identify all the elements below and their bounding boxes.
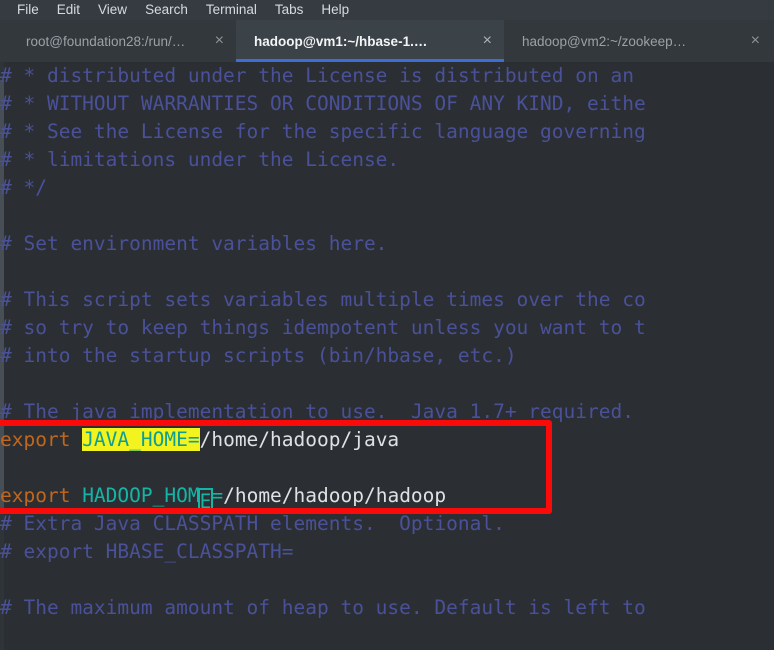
menu-item-edit[interactable]: Edit <box>48 0 89 20</box>
terminal-text: # The java implementation to use. Java 1… <box>0 400 634 423</box>
terminal-text: # * WITHOUT WARRANTIES OR CONDITIONS OF … <box>0 92 646 115</box>
terminal-text: /home/hadoop/java <box>199 428 400 451</box>
terminal-line: # * WITHOUT WARRANTIES OR CONDITIONS OF … <box>0 90 774 118</box>
menu-item-tabs[interactable]: Tabs <box>266 0 313 20</box>
terminal-line: # Extra Java CLASSPATH elements. Optiona… <box>0 510 774 538</box>
menu-item-terminal[interactable]: Terminal <box>197 0 266 20</box>
terminal-lines: # * distributed under the License is dis… <box>0 62 774 622</box>
terminal-text: # so try to keep things idempotent unles… <box>0 316 646 339</box>
terminal-line: # The java implementation to use. Java 1… <box>0 398 774 426</box>
tab-close-icon[interactable]: × <box>215 33 224 49</box>
tab-label: hadoop@vm1:~/hbase-1.… <box>254 33 428 49</box>
terminal-line: # This script sets variables multiple ti… <box>0 286 774 314</box>
terminal-line: # */ <box>0 174 774 202</box>
terminal-text: # The maximum amount of heap to use. Def… <box>0 596 646 619</box>
terminal-text: # Extra Java CLASSPATH elements. Optiona… <box>0 512 505 535</box>
terminal-text: # export HBASE_CLASSPATH= <box>0 540 294 563</box>
tabbar-leading-space <box>0 20 8 62</box>
terminal-tab-2[interactable]: hadoop@vm1:~/hbase-1.… × <box>236 20 504 62</box>
terminal-tab-1[interactable]: root@foundation28:/run/… × <box>8 20 236 62</box>
terminal-line: # Set environment variables here. <box>0 230 774 258</box>
terminal-line: # into the startup scripts (bin/hbase, e… <box>0 342 774 370</box>
tab-label: root@foundation28:/run/… <box>26 33 186 49</box>
highlighted-text: JAVA_HOME= <box>82 428 200 451</box>
terminal-text: = <box>211 484 224 507</box>
tab-label: hadoop@vm2:~/zookeep… <box>522 33 687 49</box>
terminal-line: # export HBASE_CLASSPATH= <box>0 538 774 566</box>
menu-item-help[interactable]: Help <box>312 0 358 20</box>
tab-close-icon[interactable]: × <box>483 33 492 49</box>
terminal-text: # */ <box>0 176 47 199</box>
menu-item-search[interactable]: Search <box>136 0 197 20</box>
terminal-text: /home/hadoop/hadoop <box>223 484 447 507</box>
menu-item-view[interactable]: View <box>89 0 136 20</box>
terminal-content[interactable]: # * distributed under the License is dis… <box>0 62 774 650</box>
terminal-text: # Set environment variables here. <box>0 232 388 255</box>
terminal-text: export <box>0 428 83 451</box>
terminal-text: # into the startup scripts (bin/hbase, e… <box>0 344 517 367</box>
terminal-text: HADOOP_HOM <box>82 484 200 507</box>
terminal-text: # * See the License for the specific lan… <box>0 120 646 143</box>
terminal-line: # * See the License for the specific lan… <box>0 118 774 146</box>
tab-bar: root@foundation28:/run/… × hadoop@vm1:~/hb… <box>0 20 774 62</box>
terminal-line: export HADOOP_HOME=/home/hadoop/hadoop <box>0 482 774 514</box>
terminal-text: # This script sets variables multiple ti… <box>0 288 646 311</box>
terminal-window: File Edit View Search Terminal Tabs Help root@… <box>0 0 774 650</box>
terminal-line: export JAVA_HOME=/home/hadoop/java <box>0 426 774 454</box>
terminal-text: # * limitations under the License. <box>0 148 400 171</box>
terminal-tab-3[interactable]: hadoop@vm2:~/zookeep… × <box>504 20 772 62</box>
terminal-text: # * distributed under the License is dis… <box>0 64 634 87</box>
terminal-text: export <box>0 484 83 507</box>
tab-close-icon[interactable]: × <box>751 33 760 49</box>
terminal-line: # so try to keep things idempotent unles… <box>0 314 774 342</box>
terminal-line: # * distributed under the License is dis… <box>0 62 774 90</box>
terminal-line: # * limitations under the License. <box>0 146 774 174</box>
menu-item-file[interactable]: File <box>8 0 48 20</box>
terminal-line: # The maximum amount of heap to use. Def… <box>0 594 774 622</box>
menu-bar: File Edit View Search Terminal Tabs Help <box>0 0 774 20</box>
